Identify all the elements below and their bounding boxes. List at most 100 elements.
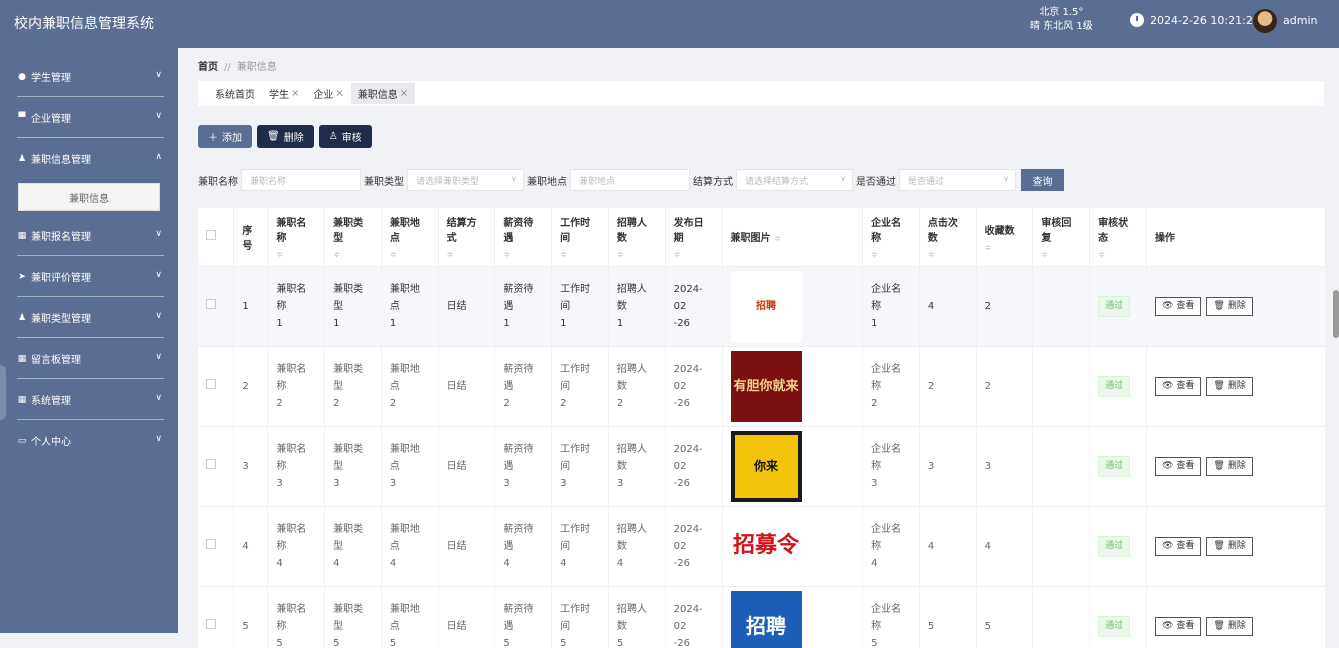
- col-header[interactable]: 收藏数≑: [976, 208, 1033, 266]
- query-button[interactable]: 查询: [1021, 169, 1064, 191]
- job-poster-image[interactable]: 招聘: [731, 591, 802, 648]
- col-header[interactable]: 审核回复≑: [1033, 208, 1090, 266]
- name-input[interactable]: 兼职名称: [241, 169, 361, 191]
- cell-place: 兼职地点 4: [381, 506, 438, 586]
- cell-time: 工作时间 3: [552, 426, 609, 506]
- table-row[interactable]: 1兼职名称 1兼职类型 1兼职地点 1日结薪资待遇 1工作时间 1招聘人数 12…: [198, 266, 1326, 346]
- cell-type: 兼职类型 2: [325, 346, 382, 426]
- breadcrumb-home[interactable]: 首页: [198, 62, 218, 73]
- chat-icon: ▀: [17, 113, 27, 123]
- table-row[interactable]: 3兼职名称 3兼职类型 3兼职地点 3日结薪资待遇 3工作时间 3招聘人数 32…: [198, 426, 1326, 506]
- row-checkbox[interactable]: [206, 459, 216, 469]
- pass-select[interactable]: 是否通过∨: [899, 169, 1016, 191]
- view-button[interactable]: 👁查看: [1155, 537, 1201, 556]
- cell-place: 兼职地点 1: [381, 266, 438, 346]
- tab-home[interactable]: 系统首页: [208, 83, 262, 104]
- delete-button[interactable]: 🗑删除: [257, 125, 314, 148]
- eye-icon: 👁: [1162, 378, 1173, 395]
- sidebar-item-students[interactable]: ● 学生管理 ∨: [0, 56, 178, 97]
- row-delete-button[interactable]: 🗑删除: [1206, 297, 1252, 316]
- col-header[interactable]: 招聘人数≑: [608, 208, 665, 266]
- scrollbar[interactable]: [1333, 290, 1339, 338]
- col-header: 操作: [1146, 208, 1325, 266]
- col-header[interactable]: 发布日期≑: [665, 208, 722, 266]
- close-icon[interactable]: ×: [400, 88, 408, 99]
- table-row[interactable]: 2兼职名称 2兼职类型 2兼职地点 2日结薪资待遇 2工作时间 2招聘人数 22…: [198, 346, 1326, 426]
- view-button[interactable]: 👁查看: [1155, 297, 1201, 316]
- col-header[interactable]: 兼职类型≑: [325, 208, 382, 266]
- select-all-checkbox[interactable]: [206, 230, 216, 240]
- sort-icon: ≑: [985, 243, 1025, 252]
- sidebar-item-signup[interactable]: ▦ 兼职报名管理 ∨: [0, 215, 178, 256]
- grid-icon: ▦: [17, 231, 27, 241]
- type-select[interactable]: 请选择兼职类型∨: [407, 169, 524, 191]
- cell-date: 2024-02 -26: [665, 266, 722, 346]
- sidebar-item-label: 个人中心: [31, 433, 71, 448]
- view-button[interactable]: 👁查看: [1155, 457, 1201, 476]
- sidebar-item-system[interactable]: ▦ 系统管理 ∨: [0, 379, 178, 420]
- cell-time: 工作时间 1: [552, 266, 609, 346]
- sort-icon: ≑: [503, 250, 543, 259]
- sort-icon: ≑: [617, 250, 657, 259]
- sidebar-item-label: 留言板管理: [31, 351, 81, 366]
- job-poster-image[interactable]: 你来: [731, 431, 802, 502]
- avatar[interactable]: [1253, 9, 1277, 33]
- col-header[interactable]: 结算方式≑: [438, 208, 495, 266]
- weather-widget: 北京 1.5° 晴 东北风 1级: [1030, 6, 1093, 34]
- col-header[interactable]: 点击次数≑: [919, 208, 976, 266]
- table-row[interactable]: 4兼职名称 4兼职类型 4兼职地点 4日结薪资待遇 4工作时间 4招聘人数 42…: [198, 506, 1326, 586]
- job-poster-image[interactable]: 有胆你就来: [731, 351, 802, 422]
- view-button[interactable]: 👁查看: [1155, 377, 1201, 396]
- audit-button[interactable]: ♙审核: [319, 125, 372, 148]
- job-poster-image[interactable]: 招聘: [731, 271, 802, 342]
- eye-icon: 👁: [1162, 298, 1173, 315]
- col-header[interactable]: 兼职图片 ≑: [722, 208, 863, 266]
- settle-select[interactable]: 请选择结算方式∨: [736, 169, 853, 191]
- cell-salary: 薪资待遇 3: [495, 426, 552, 506]
- cell-actions: 👁查看 🗑删除: [1146, 506, 1325, 586]
- row-delete-button[interactable]: 🗑删除: [1206, 457, 1252, 476]
- tab-companies[interactable]: 企业×: [306, 83, 350, 104]
- submenu-item-jobinfo[interactable]: 兼职信息: [18, 183, 160, 211]
- tab-students[interactable]: 学生×: [262, 83, 306, 104]
- chevron-down-icon: ∨: [155, 70, 162, 80]
- username[interactable]: admin: [1283, 14, 1317, 27]
- sidebar-item-jobinfo[interactable]: ♟ 兼职信息管理 ∧: [0, 138, 178, 179]
- sidebar-item-companies[interactable]: ▀ 企业管理 ∨: [0, 97, 178, 138]
- row-checkbox[interactable]: [206, 299, 216, 309]
- side-handle[interactable]: [0, 365, 6, 420]
- place-input[interactable]: 兼职地点: [570, 169, 690, 191]
- row-delete-button[interactable]: 🗑删除: [1206, 377, 1252, 396]
- cell-count: 招聘人数 2: [608, 346, 665, 426]
- trash-icon: 🗑: [1213, 378, 1224, 395]
- cell-favs: 2: [976, 266, 1033, 346]
- row-checkbox[interactable]: [206, 539, 216, 549]
- col-header[interactable]: 企业名称≑: [863, 208, 920, 266]
- sidebar-item-label: 兼职报名管理: [31, 228, 91, 243]
- job-poster-image[interactable]: 招募令: [731, 511, 802, 582]
- sidebar-item-messages[interactable]: ▦ 留言板管理 ∨: [0, 338, 178, 379]
- filter-place-label: 兼职地点: [527, 173, 567, 188]
- row-checkbox[interactable]: [206, 379, 216, 389]
- sidebar-item-jobtypes[interactable]: ♟ 兼职类型管理 ∨: [0, 297, 178, 338]
- tab-jobinfo[interactable]: 兼职信息×: [351, 83, 415, 104]
- col-header[interactable]: 工作时间≑: [552, 208, 609, 266]
- col-header[interactable]: 兼职地点≑: [381, 208, 438, 266]
- close-icon[interactable]: ×: [291, 88, 299, 99]
- cell-settle: 日结: [438, 346, 495, 426]
- table-row[interactable]: 5兼职名称 5兼职类型 5兼职地点 5日结薪资待遇 5工作时间 5招聘人数 52…: [198, 586, 1326, 648]
- cell-place: 兼职地点 3: [381, 426, 438, 506]
- cell-settle: 日结: [438, 426, 495, 506]
- col-header[interactable]: 审核状态≑: [1090, 208, 1147, 266]
- row-select-cell: [198, 426, 234, 506]
- sidebar-item-reviews[interactable]: ➤ 兼职评价管理 ∨: [0, 256, 178, 297]
- row-delete-button[interactable]: 🗑删除: [1206, 537, 1252, 556]
- weather-temp: 北京 1.5°: [1030, 6, 1093, 20]
- row-checkbox[interactable]: [206, 619, 216, 629]
- close-icon[interactable]: ×: [335, 88, 343, 99]
- col-header[interactable]: 薪资待遇≑: [495, 208, 552, 266]
- add-button[interactable]: ＋添加: [198, 125, 252, 148]
- sidebar-item-profile[interactable]: ▭ 个人中心 ∨: [0, 420, 178, 461]
- col-header[interactable]: 兼职名称≑: [268, 208, 325, 266]
- cell-count: 招聘人数 5: [608, 586, 665, 648]
